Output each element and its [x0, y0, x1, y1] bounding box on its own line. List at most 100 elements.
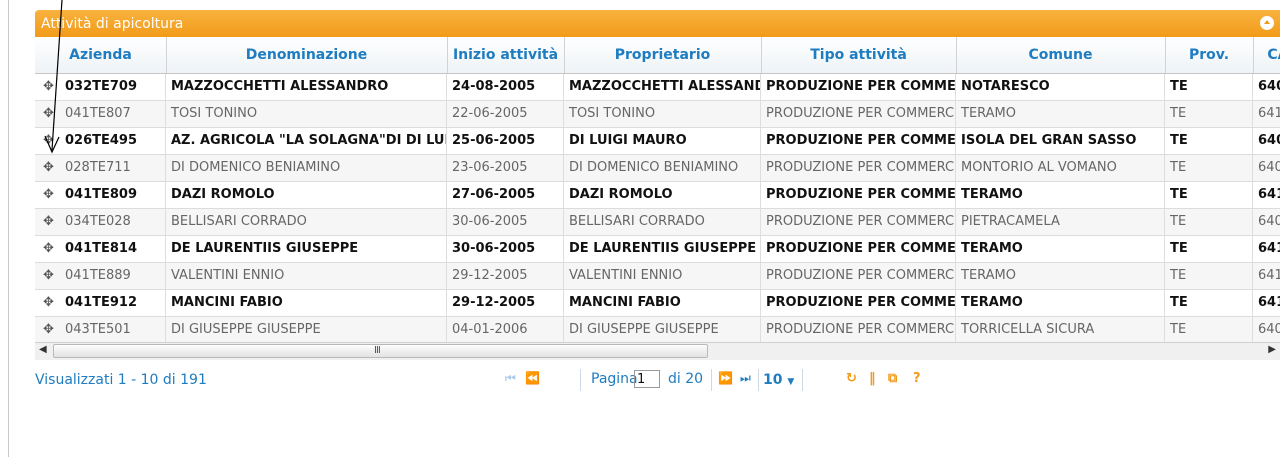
- table-cell: DI DOMENICO BENIAMINO: [564, 155, 761, 181]
- page-size-select[interactable]: 10 ▼: [763, 372, 794, 388]
- refresh-icon[interactable]: ↻: [846, 371, 857, 386]
- table-cell: DAZI ROMOLO: [564, 182, 761, 208]
- table-row[interactable]: ✥ 041TE814 DE LAURENTIIS GIUSEPPE 30-06-200…: [35, 236, 1280, 263]
- pager-bar: Visualizzati 1 - 10 di 191 ⏮ ⏪ Pagina 1 …: [35, 360, 1280, 457]
- table-cell: DE LAURENTIIS GIUSEPPE: [564, 236, 761, 262]
- table-row[interactable]: ✥ 034TE028 BELLISARI CORRADO 30-06-2005 BELL…: [35, 209, 1280, 236]
- table-header: Azienda Denominazione Inizio attività Propr…: [35, 37, 1280, 74]
- table-cell: PIETRACAMELA: [956, 209, 1165, 235]
- expand-row-icon[interactable]: ✥: [43, 182, 54, 208]
- column-header[interactable]: Comune: [956, 37, 1166, 73]
- last-page-icon[interactable]: ⏭: [740, 371, 751, 386]
- table-cell: 041TE809: [59, 182, 166, 208]
- column-header[interactable]: CAP: [1253, 37, 1280, 73]
- table-row[interactable]: ✥ 041TE809 DAZI ROMOLO 27-06-2005 DAZI ROMOL…: [35, 182, 1280, 209]
- table-cell: PRODUZIONE PER COMMERCIALIZZAZIONE: [761, 182, 956, 208]
- table-row[interactable]: ✥ 028TE711 DI DOMENICO BENIAMINO 23-06-2005…: [35, 155, 1280, 182]
- table-cell: 041TE889: [59, 263, 166, 289]
- expand-row-icon[interactable]: ✥: [43, 290, 54, 316]
- horizontal-scrollbar[interactable]: ◀ Ⅲ ▶: [35, 342, 1280, 361]
- table-cell: PRODUZIONE PER COMMERCIALIZZAZIONE: [761, 317, 956, 343]
- table-cell: 64100: [1253, 290, 1280, 316]
- table-cell: PRODUZIONE PER COMMERCIALIZZAZIONE: [761, 101, 956, 127]
- table-cell: DI GIUSEPPE GIUSEPPE: [166, 317, 447, 343]
- prev-page-icon[interactable]: ⏪: [525, 371, 540, 385]
- first-page-icon[interactable]: ⏮: [505, 371, 516, 386]
- table-cell: TE: [1165, 209, 1253, 235]
- columns-icon[interactable]: ‖: [869, 371, 876, 386]
- table-cell: MAZZOCCHETTI ALESSANDRO: [166, 74, 447, 100]
- table-cell: 64047: [1253, 209, 1280, 235]
- table-row[interactable]: ✥ 041TE912 MANCINI FABIO 29-12-2005 MANCINI …: [35, 290, 1280, 317]
- table-row[interactable]: ✥ 043TE501 DI GIUSEPPE GIUSEPPE 04-01-2006 D…: [35, 317, 1280, 344]
- table-cell: NOTARESCO: [956, 74, 1165, 100]
- table-cell: TOSI TONINO: [166, 101, 447, 127]
- table-cell: 64046: [1253, 155, 1280, 181]
- table-cell: TE: [1165, 101, 1253, 127]
- table-cell: 64100: [1253, 101, 1280, 127]
- pager-separator: [580, 369, 581, 391]
- table-row[interactable]: ✥ 041TE807 TOSI TONINO 22-06-2005 TOSI TONIN…: [35, 101, 1280, 128]
- scroll-thumb[interactable]: Ⅲ: [53, 344, 708, 358]
- table-cell: 24-08-2005: [447, 74, 564, 100]
- expand-row-icon[interactable]: ✥: [43, 263, 54, 289]
- table-cell: DAZI ROMOLO: [166, 182, 447, 208]
- table-cell: 64045: [1253, 128, 1280, 154]
- collapse-icon[interactable]: [1260, 16, 1274, 30]
- page-number-input[interactable]: 1: [634, 370, 660, 388]
- table-cell: VALENTINI ENNIO: [166, 263, 447, 289]
- panel-titlebar: Attività di apicoltura: [35, 10, 1280, 37]
- table-cell: TERAMO: [956, 182, 1165, 208]
- table-row[interactable]: ✥ 032TE709 MAZZOCCHETTI ALESSANDRO 24-08-20…: [35, 74, 1280, 101]
- table-cell: DI DOMENICO BENIAMINO: [166, 155, 447, 181]
- table-cell: VALENTINI ENNIO: [564, 263, 761, 289]
- expand-row-icon[interactable]: ✥: [43, 236, 54, 262]
- table-cell: TE: [1165, 155, 1253, 181]
- page-total: di 20: [668, 371, 704, 387]
- column-header[interactable]: Denominazione: [166, 37, 448, 73]
- table-cell: PRODUZIONE PER COMMERCIALIZZAZIONE: [761, 263, 956, 289]
- table-cell: DI LUIGI MAURO: [564, 128, 761, 154]
- chevron-down-icon: ▼: [787, 377, 795, 387]
- table-cell: DI GIUSEPPE GIUSEPPE: [564, 317, 761, 343]
- table-row[interactable]: ✥ 041TE889 VALENTINI ENNIO 29-12-2005 VALENT…: [35, 263, 1280, 290]
- page-label: Pagina: [591, 371, 638, 387]
- export-icon[interactable]: ⧉: [888, 371, 897, 386]
- table-cell: PRODUZIONE PER COMMERCIALIZZAZIONE: [761, 155, 956, 181]
- table-cell: TERAMO: [956, 236, 1165, 262]
- table-cell: TOSI TONINO: [564, 101, 761, 127]
- table-cell: MANCINI FABIO: [564, 290, 761, 316]
- apicoltura-grid: Attività di apicoltura Azienda Denominazi…: [35, 10, 1280, 457]
- table-cell: PRODUZIONE PER COMMERCIALIZZAZIONE: [761, 236, 956, 262]
- table-cell: PRODUZIONE PER COMMERCIALIZZAZIONE: [761, 290, 956, 316]
- table-cell: MONTORIO AL VOMANO: [956, 155, 1165, 181]
- column-header[interactable]: Prov.: [1165, 37, 1254, 73]
- pager-separator: [802, 369, 803, 391]
- table-cell: 04-01-2006: [447, 317, 564, 343]
- record-count-info: Visualizzati 1 - 10 di 191: [35, 372, 207, 388]
- help-icon[interactable]: ?: [913, 371, 921, 386]
- table-cell: AZ. AGRICOLA "LA SOLAGNA"DI DI LUIGI MAU…: [166, 128, 447, 154]
- table-cell: TERAMO: [956, 101, 1165, 127]
- table-cell: MANCINI FABIO: [166, 290, 447, 316]
- next-page-icon[interactable]: ⏩: [718, 371, 733, 385]
- table-cell: 27-06-2005: [447, 182, 564, 208]
- annotation-arrow-icon: [44, 0, 63, 154]
- table-cell: 30-06-2005: [447, 236, 564, 262]
- table-cell: ISOLA DEL GRAN SASSO: [956, 128, 1165, 154]
- column-header[interactable]: Inizio attività: [447, 37, 565, 73]
- scroll-right-icon[interactable]: ▶: [1268, 344, 1276, 355]
- table-cell: 29-12-2005: [447, 263, 564, 289]
- table-row[interactable]: ✥ 026TE495 AZ. AGRICOLA "LA SOLAGNA"DI DI …: [35, 128, 1280, 155]
- expand-row-icon[interactable]: ✥: [43, 317, 54, 343]
- scroll-left-icon[interactable]: ◀: [39, 344, 47, 355]
- column-header[interactable]: Proprietario: [564, 37, 762, 73]
- table-cell: 64100: [1253, 263, 1280, 289]
- table-cell: TERAMO: [956, 290, 1165, 316]
- table-cell: TORRICELLA SICURA: [956, 317, 1165, 343]
- table-body: ✥ 032TE709 MAZZOCCHETTI ALESSANDRO 24-08-20…: [35, 74, 1280, 344]
- table-cell: 64100: [1253, 236, 1280, 262]
- column-header[interactable]: Tipo attività: [761, 37, 957, 73]
- expand-row-icon[interactable]: ✥: [43, 209, 54, 235]
- table-cell: 041TE912: [59, 290, 166, 316]
